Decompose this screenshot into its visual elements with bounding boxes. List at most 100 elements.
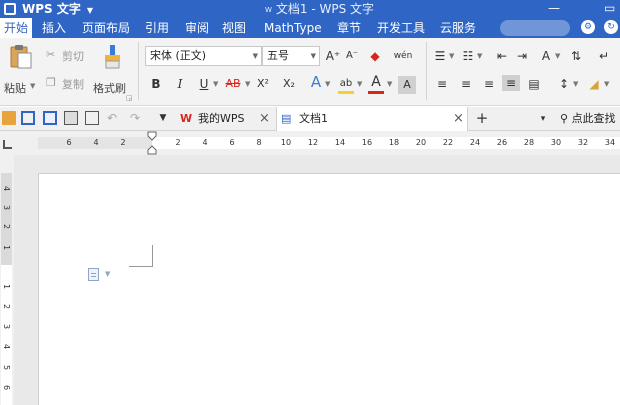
new-tab-icon[interactable]: +: [474, 110, 490, 126]
menu-review[interactable]: 审阅: [185, 18, 209, 38]
menu-insert[interactable]: 插入: [42, 18, 66, 38]
close-icon[interactable]: ×: [453, 107, 464, 131]
chevron-down-icon[interactable]: ▼: [357, 80, 362, 88]
minimize-button[interactable]: —: [548, 0, 560, 18]
numbered-list-icon[interactable]: ☷: [460, 48, 476, 64]
document-icon: ▤: [281, 112, 292, 125]
change-case-icon[interactable]: A: [538, 48, 554, 64]
ruler-track: 6 4 2 2 4 6 8 10 12 14 16 18 20 22 24 26 28 30 32 34: [38, 137, 620, 149]
align-right-icon[interactable]: ≡: [481, 76, 497, 92]
justify-icon[interactable]: ≡: [502, 75, 520, 91]
chevron-down-icon: ▼: [86, 6, 94, 15]
ruler-number: 30: [550, 138, 562, 147]
ruler-number: 10: [280, 138, 292, 147]
menu-page-layout[interactable]: 页面布局: [82, 18, 130, 38]
ruler-number: 6: [66, 138, 72, 147]
app-menu-button[interactable]: WPS 文字 ▼: [4, 0, 93, 18]
menu-mathtype[interactable]: MathType: [264, 18, 322, 38]
search-button[interactable]: ⚲ 点此查找: [560, 107, 620, 131]
format-painter-button[interactable]: 格式刷: [93, 42, 133, 98]
save-icon[interactable]: [21, 111, 35, 125]
document-mini-icon: W: [265, 6, 272, 14]
wps-app-icon: [4, 3, 16, 15]
strikethrough-button[interactable]: AB: [222, 76, 244, 92]
chevron-down-icon[interactable]: ▼: [449, 52, 454, 60]
font-name-select[interactable]: 宋体 (正文) ▼: [145, 46, 262, 66]
menu-home[interactable]: 开始: [0, 18, 33, 38]
phonetic-guide-button[interactable]: wén: [390, 48, 416, 64]
ruler-number: 4: [202, 138, 208, 147]
grow-font-button[interactable]: A⁺: [324, 48, 342, 64]
account-area[interactable]: [500, 20, 570, 36]
cut-label: 剪切: [62, 50, 84, 63]
window-title: W 文档1 - WPS 文字: [265, 0, 374, 18]
char-shading-button[interactable]: A: [398, 76, 416, 94]
save-as-icon[interactable]: [43, 111, 57, 125]
menu-cloud-services[interactable]: 云服务: [440, 18, 476, 38]
ruler-number: 26: [496, 138, 508, 147]
bullet-list-icon[interactable]: ☰: [432, 48, 448, 64]
distribute-icon[interactable]: ▤: [526, 76, 542, 92]
chevron-down-icon[interactable]: ▼: [477, 52, 482, 60]
menu-view[interactable]: 视图: [222, 18, 246, 38]
tab-my-wps[interactable]: W 我的WPS ×: [176, 107, 276, 131]
restore-button[interactable]: ▭: [604, 0, 615, 18]
chevron-down-icon[interactable]: ▼: [213, 80, 218, 88]
tab-stop-selector[interactable]: [3, 140, 12, 149]
tab-document-1[interactable]: ▤ 文档1 ×: [276, 107, 468, 131]
app-name: WPS 文字: [22, 2, 81, 16]
settings-icon[interactable]: ⚙: [581, 20, 595, 34]
paragraph-shading-icon[interactable]: ◢: [586, 76, 602, 92]
chevron-down-icon[interactable]: ▼: [387, 80, 392, 88]
close-icon[interactable]: ×: [259, 107, 270, 131]
tab-menu-icon[interactable]: ▾: [536, 111, 550, 127]
paragraph-layout-icon[interactable]: [88, 268, 99, 281]
font-size-value: 五号: [267, 49, 289, 62]
line-spacing-icon[interactable]: ↕: [556, 76, 572, 92]
show-marks-icon[interactable]: ↵: [596, 48, 612, 64]
chevron-down-icon[interactable]: ▼: [325, 80, 330, 88]
chevron-down-icon[interactable]: ▼: [555, 52, 560, 60]
shrink-font-button[interactable]: A⁻: [344, 48, 360, 64]
print-preview-icon[interactable]: [85, 111, 99, 125]
underline-button[interactable]: U: [196, 76, 212, 92]
text-effect-button[interactable]: A: [308, 74, 324, 90]
superscript-button[interactable]: X²: [254, 76, 272, 92]
cut-button[interactable]: ✂ 剪切: [46, 48, 90, 64]
chevron-down-icon[interactable]: ▼: [245, 80, 250, 88]
print-icon[interactable]: [64, 111, 78, 125]
align-left-icon[interactable]: ≡: [434, 76, 450, 92]
decrease-indent-icon[interactable]: ⇤: [494, 48, 510, 64]
indent-marker[interactable]: [147, 131, 157, 155]
highlight-color-bar: [338, 91, 354, 94]
document-page[interactable]: [38, 173, 620, 405]
clipboard-group-launcher[interactable]: ◲: [126, 94, 133, 102]
wps-logo-icon: W: [180, 112, 193, 125]
copy-button[interactable]: ❐ 复制: [46, 76, 90, 92]
subscript-button[interactable]: X₂: [280, 76, 298, 92]
menu-references[interactable]: 引用: [145, 18, 169, 38]
menu-bar: 开始 插入 页面布局 引用 审阅 视图 MathType 章节 开发工具 云服务…: [0, 18, 620, 38]
undo-icon[interactable]: ↶: [105, 110, 119, 126]
chevron-down-icon[interactable]: ▼: [604, 80, 609, 88]
bold-button[interactable]: B: [148, 76, 164, 92]
redo-icon[interactable]: ↷: [128, 110, 142, 126]
highlight-button[interactable]: ab: [336, 76, 356, 96]
open-folder-icon[interactable]: [2, 111, 16, 125]
paste-button[interactable]: 粘贴 ▼: [4, 42, 40, 98]
font-color-button[interactable]: A: [366, 74, 386, 96]
increase-indent-icon[interactable]: ⇥: [514, 48, 530, 64]
menu-sections[interactable]: 章节: [337, 18, 361, 38]
font-size-select[interactable]: 五号 ▼: [262, 46, 320, 66]
sort-icon[interactable]: ⇅: [568, 48, 584, 64]
ruler-number: 28: [523, 138, 535, 147]
align-center-icon[interactable]: ≡: [458, 76, 474, 92]
chevron-down-icon[interactable]: ▼: [573, 80, 578, 88]
clear-format-icon[interactable]: ◆: [366, 48, 384, 64]
menu-developer-tools[interactable]: 开发工具: [377, 18, 425, 38]
chevron-down-icon[interactable]: ▼: [105, 270, 110, 278]
customize-toolbar-icon[interactable]: ▼: [156, 110, 170, 126]
format-painter-label: 格式刷: [93, 82, 126, 95]
sync-icon[interactable]: ↻: [604, 20, 618, 34]
italic-button[interactable]: I: [172, 76, 188, 92]
